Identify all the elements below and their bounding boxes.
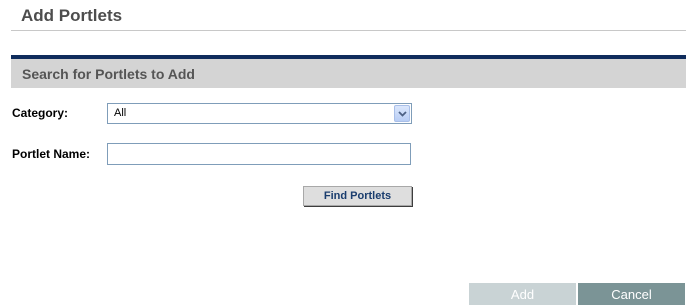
category-label: Category: <box>12 106 69 120</box>
add-button[interactable]: Add <box>469 283 576 305</box>
portlet-name-input[interactable] <box>107 143 411 165</box>
title-divider <box>11 30 686 31</box>
category-select[interactable]: All <box>107 103 412 124</box>
chevron-down-icon[interactable] <box>394 105 410 122</box>
find-portlets-button[interactable]: Find Portlets <box>303 186 412 206</box>
search-section-header: Search for Portlets to Add <box>11 55 686 88</box>
portlet-name-label: Portlet Name: <box>12 147 91 161</box>
category-select-value: All <box>114 107 127 119</box>
cancel-button[interactable]: Cancel <box>578 283 685 305</box>
page-title: Add Portlets <box>21 6 123 25</box>
section-title: Search for Portlets to Add <box>22 66 195 82</box>
